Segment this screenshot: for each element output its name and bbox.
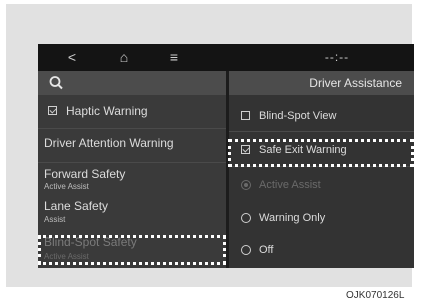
menu-item-label: Lane Safety	[44, 199, 109, 213]
home-icon[interactable]: ⌂	[112, 48, 136, 66]
menu-item-sublabel: Active Assist	[44, 182, 89, 191]
divider	[38, 128, 226, 129]
haptic-warning-checkbox[interactable]	[48, 106, 57, 115]
search-icon[interactable]	[48, 75, 66, 91]
search-tab[interactable]	[38, 71, 226, 95]
active-assist-radio[interactable]	[241, 180, 251, 190]
panel-title: Driver Assistance	[229, 71, 414, 95]
highlight-safe-exit-warning	[228, 139, 414, 167]
radio-active-assist[interactable]: Active Assist	[229, 174, 414, 196]
clock: --:--	[324, 50, 350, 64]
panel-title-text: Driver Assistance	[309, 76, 402, 90]
radio-warning-only[interactable]: Warning Only	[229, 207, 414, 229]
option-label: Blind-Spot View	[259, 110, 337, 122]
menu-icon[interactable]: ≡	[162, 48, 186, 66]
divider	[38, 162, 226, 163]
figure-code: OJK070126L	[346, 290, 405, 301]
off-radio[interactable]	[241, 245, 251, 255]
divider	[229, 131, 414, 132]
menu-item-label: Driver Attention Warning	[44, 136, 174, 150]
warning-only-radio[interactable]	[241, 213, 251, 223]
option-blind-spot-view[interactable]: Blind-Spot View	[229, 105, 414, 127]
menu-item-sublabel: Assist	[44, 215, 66, 224]
radio-off[interactable]: Off	[229, 239, 414, 261]
option-label: Warning Only	[259, 212, 326, 224]
menu-item-driver-attention-warning[interactable]: Driver Attention Warning	[38, 131, 226, 157]
option-label: Active Assist	[259, 179, 321, 191]
menu-item-label: Forward Safety	[44, 167, 126, 181]
menu-item-lane-safety[interactable]: Lane Safety Assist	[38, 197, 226, 227]
menu-item-label: Haptic Warning	[66, 104, 148, 118]
option-label: Off	[259, 244, 274, 256]
back-icon[interactable]: <	[60, 48, 84, 66]
menu-item-forward-safety[interactable]: Forward Safety Active Assist	[38, 165, 226, 195]
driver-assistance-panel: Driver Assistance Blind-Spot View Safe E…	[229, 71, 414, 268]
menu-item-haptic-warning[interactable]: Haptic Warning	[38, 103, 226, 125]
highlight-blind-spot-safety	[38, 235, 226, 265]
top-bar: < ⌂ ≡ --:--	[38, 44, 414, 71]
blind-spot-view-checkbox[interactable]	[241, 111, 250, 120]
